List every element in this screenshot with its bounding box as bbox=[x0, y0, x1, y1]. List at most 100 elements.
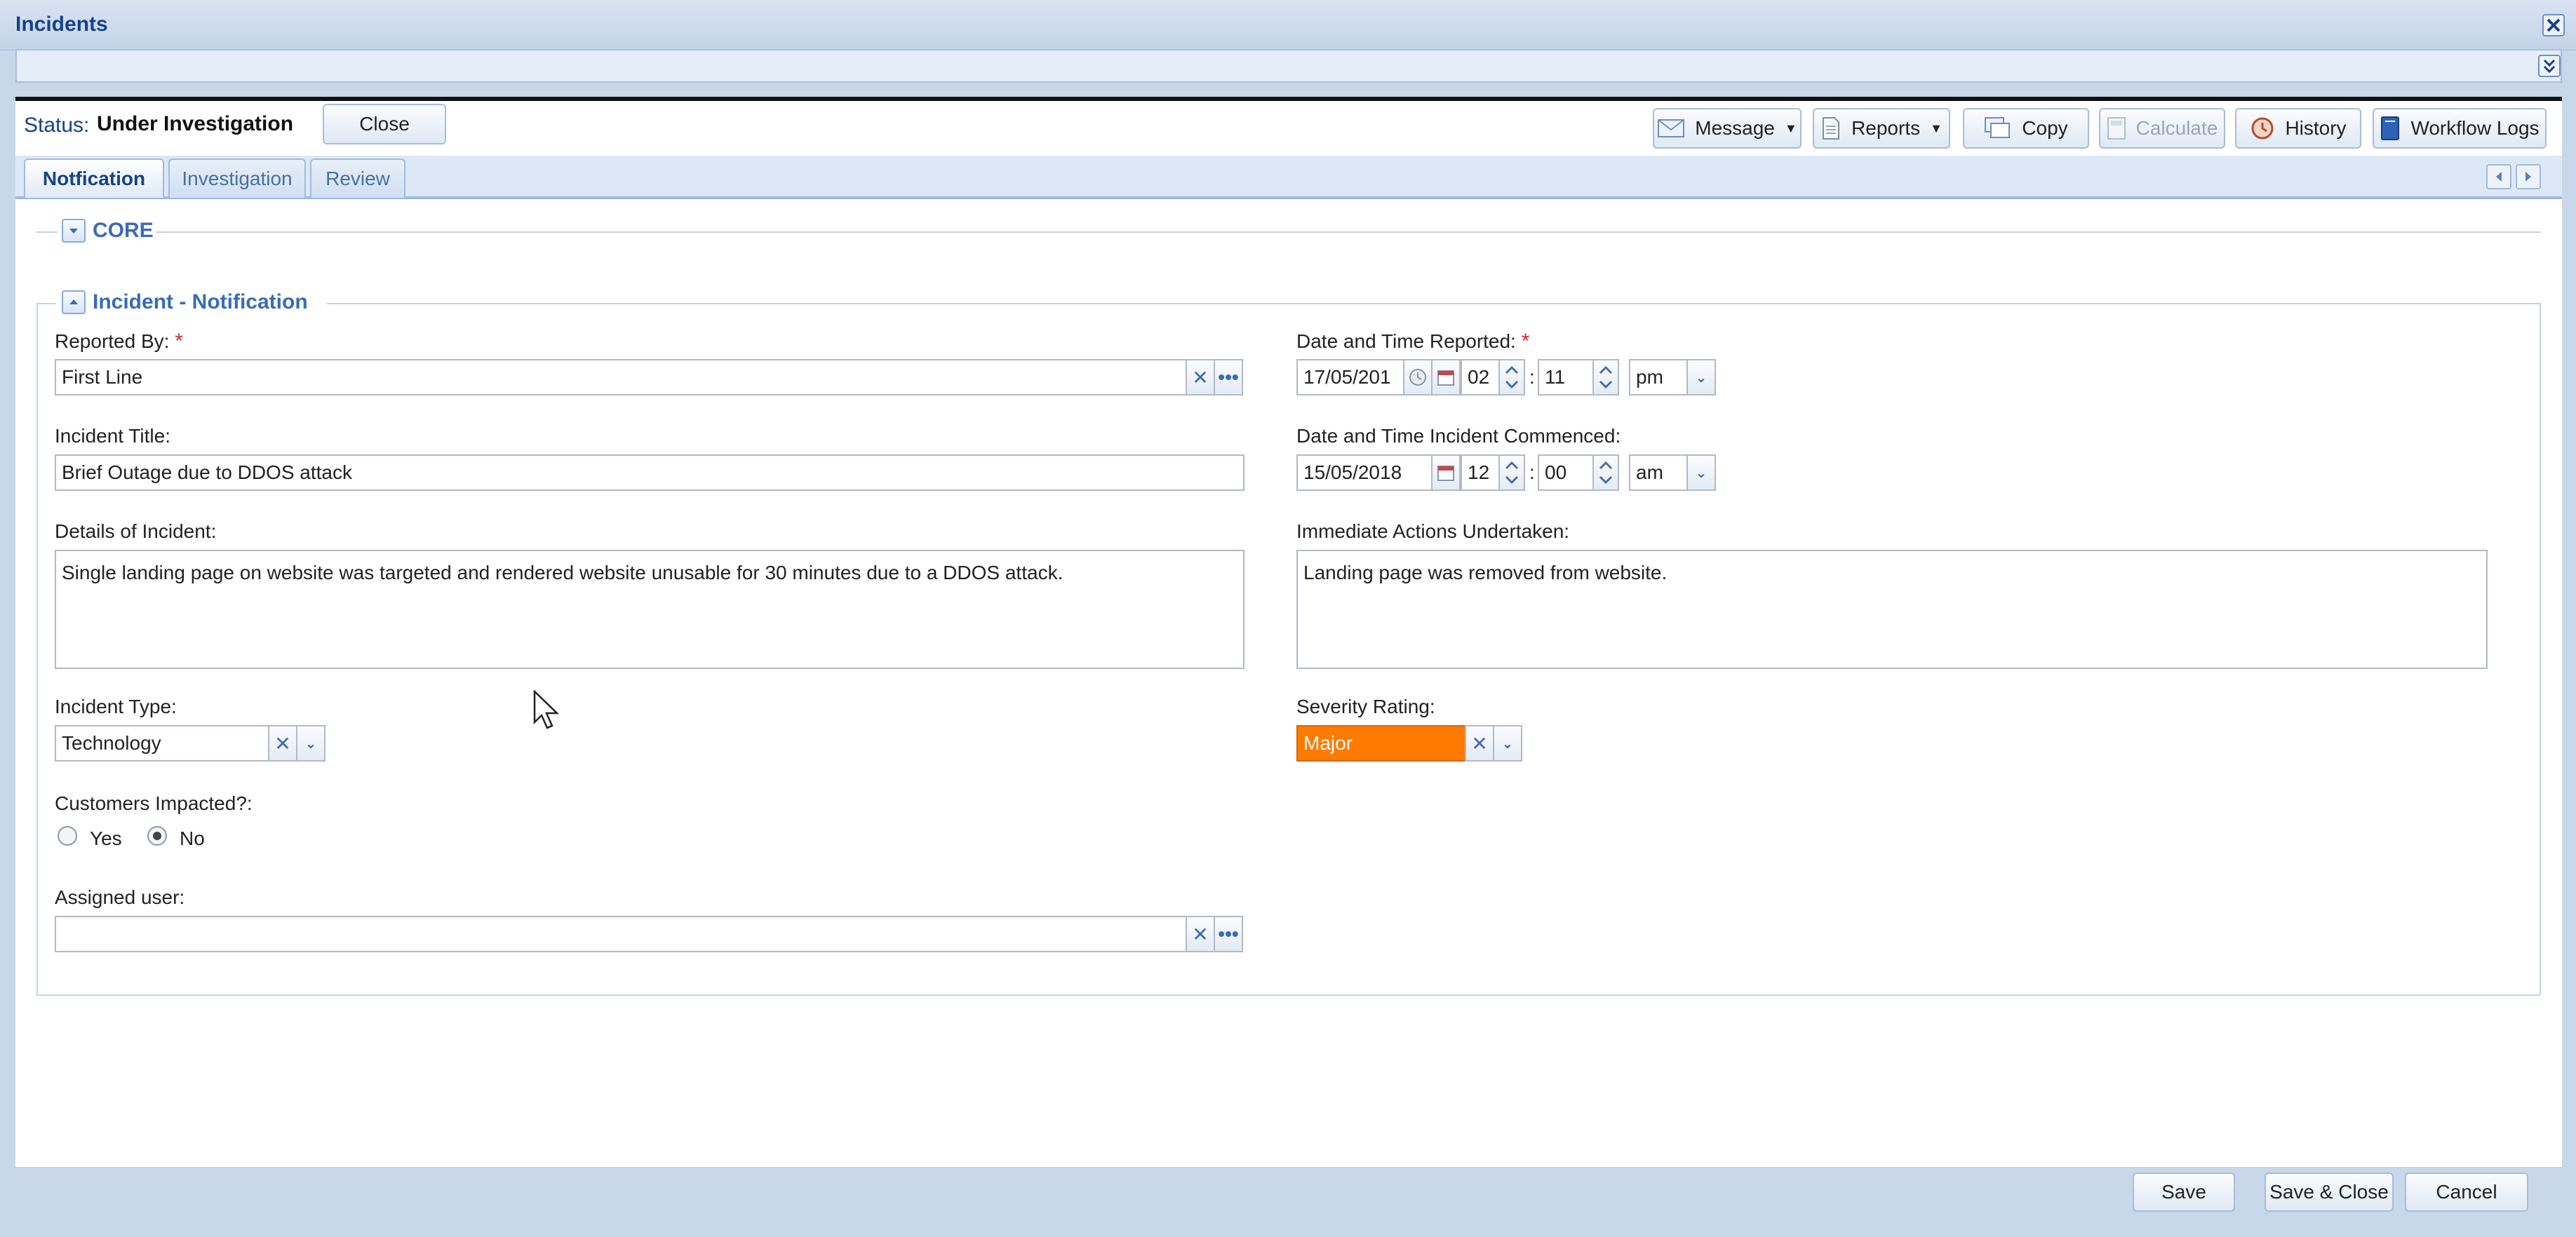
message-label: Message bbox=[1695, 117, 1775, 139]
spinner-icon bbox=[1505, 461, 1519, 485]
reports-button[interactable]: Reports ▼ bbox=[1813, 108, 1950, 149]
customers-impacted-yes-radio[interactable] bbox=[58, 826, 77, 846]
history-button[interactable]: History bbox=[2235, 108, 2361, 149]
severity-select[interactable]: Major bbox=[1296, 725, 1466, 762]
status-label: Status: bbox=[24, 114, 90, 137]
required-marker: * bbox=[175, 330, 183, 353]
chevron-down-icon: ⌄ bbox=[1695, 465, 1708, 481]
incidents-window: Incidents Status: Under Investigation Cl… bbox=[0, 0, 2576, 1237]
clear-icon: ✕ bbox=[1471, 732, 1488, 755]
close-status-button[interactable]: Close bbox=[323, 104, 446, 144]
date-reported-ampm-dropdown[interactable]: ⌄ bbox=[1686, 359, 1716, 396]
date-reported-minute-field[interactable]: 11 bbox=[1538, 359, 1594, 396]
tab-notification[interactable]: Notfication bbox=[24, 158, 164, 198]
date-commenced-label: Date and Time Incident Commenced: bbox=[1296, 425, 1621, 447]
details-label: Details of Incident: bbox=[55, 520, 217, 542]
assigned-user-lookup-button[interactable]: ••• bbox=[1214, 916, 1243, 952]
time-separator: : bbox=[1529, 366, 1535, 388]
window-close-button[interactable] bbox=[2542, 14, 2565, 36]
date-commenced-ampm-dropdown[interactable]: ⌄ bbox=[1686, 454, 1716, 491]
date-reported-date-value: 17/05/201 bbox=[1303, 366, 1391, 388]
reported-by-value: First Line bbox=[62, 366, 143, 388]
chevron-up-icon bbox=[69, 299, 78, 304]
date-commenced-date-value: 15/05/2018 bbox=[1303, 461, 1402, 483]
core-expand-toggle[interactable] bbox=[62, 219, 86, 243]
incident-title-label: Incident Title: bbox=[55, 425, 170, 447]
core-divider-right bbox=[156, 231, 2541, 233]
tab-label: Review bbox=[326, 168, 390, 189]
notification-collapse-toggle[interactable] bbox=[62, 290, 86, 314]
assigned-user-clear-button[interactable]: ✕ bbox=[1186, 916, 1215, 952]
copy-button[interactable]: Copy bbox=[1963, 108, 2089, 149]
date-reported-minute-spinner[interactable] bbox=[1592, 359, 1619, 396]
close-status-label: Close bbox=[359, 113, 410, 135]
ellipsis-icon: ••• bbox=[1218, 923, 1239, 945]
incident-type-clear-button[interactable]: ✕ bbox=[268, 725, 297, 762]
tab-label: Investigation bbox=[182, 168, 293, 189]
calendar-icon bbox=[1437, 466, 1454, 481]
tab-scroll-right-button[interactable] bbox=[2516, 164, 2541, 189]
date-reported-hour-field[interactable]: 02 bbox=[1461, 359, 1500, 396]
workflow-logs-button[interactable]: Workflow Logs bbox=[2373, 108, 2547, 149]
save-and-close-label: Save & Close bbox=[2269, 1181, 2389, 1203]
severity-dropdown-button[interactable]: ⌄ bbox=[1493, 725, 1522, 762]
calculator-icon bbox=[2107, 117, 2126, 140]
date-reported-calendar-button[interactable] bbox=[1431, 359, 1461, 396]
date-reported-hour-spinner[interactable] bbox=[1498, 359, 1525, 396]
core-section-title: CORE bbox=[93, 219, 154, 242]
severity-clear-button[interactable]: ✕ bbox=[1465, 725, 1494, 762]
chevron-down-icon: ⌄ bbox=[1501, 736, 1514, 752]
save-button[interactable]: Save bbox=[2133, 1172, 2235, 1212]
copy-icon bbox=[1985, 117, 2011, 138]
arrow-right-icon bbox=[2525, 172, 2531, 182]
ellipsis-icon: ••• bbox=[1218, 366, 1239, 388]
window-titlebar bbox=[0, 0, 2576, 50]
reported-by-lookup-button[interactable]: ••• bbox=[1214, 359, 1243, 396]
no-label: No bbox=[180, 827, 205, 849]
arrow-left-icon bbox=[2496, 172, 2502, 182]
date-commenced-hour-field[interactable]: 12 bbox=[1461, 454, 1500, 491]
reported-by-clear-button[interactable]: ✕ bbox=[1186, 359, 1215, 396]
tab-review[interactable]: Review bbox=[310, 158, 405, 198]
workflow-logs-label: Workflow Logs bbox=[2410, 117, 2540, 139]
cancel-button[interactable]: Cancel bbox=[2405, 1172, 2528, 1212]
chevron-down-icon: ⌄ bbox=[304, 736, 317, 752]
incident-type-select[interactable]: Technology bbox=[55, 725, 269, 762]
calculate-button[interactable]: Calculate bbox=[2099, 108, 2225, 149]
date-commenced-calendar-button[interactable] bbox=[1431, 454, 1461, 491]
close-icon bbox=[2547, 18, 2561, 32]
envelope-icon bbox=[1658, 119, 1685, 137]
incident-type-label: Incident Type: bbox=[55, 696, 177, 717]
details-value: Single landing page on website was targe… bbox=[62, 562, 1064, 583]
date-commenced-ampm-select[interactable]: am bbox=[1629, 454, 1689, 491]
immediate-actions-textarea[interactable]: Landing page was removed from website. bbox=[1296, 550, 2488, 669]
reports-label: Reports bbox=[1851, 117, 1921, 139]
tab-scroll-left-button[interactable] bbox=[2486, 164, 2511, 189]
date-commenced-minute-field[interactable]: 00 bbox=[1538, 454, 1594, 491]
tab-label: Notfication bbox=[42, 168, 146, 189]
copy-label: Copy bbox=[2022, 117, 2068, 139]
collapse-button[interactable] bbox=[2538, 55, 2561, 77]
date-commenced-minute-spinner[interactable] bbox=[1592, 454, 1619, 491]
date-commenced-date-field[interactable]: 15/05/2018 bbox=[1296, 454, 1434, 491]
customers-impacted-no-radio[interactable] bbox=[147, 826, 167, 846]
date-commenced-hour-spinner[interactable] bbox=[1498, 454, 1525, 491]
date-reported-ampm-value: pm bbox=[1636, 366, 1663, 388]
cursor-arrow-icon bbox=[533, 689, 560, 729]
assigned-user-field[interactable] bbox=[55, 916, 1188, 952]
incident-title-field[interactable]: Brief Outage due to DDOS attack bbox=[55, 454, 1245, 491]
notification-section-title: Incident - Notification bbox=[93, 290, 308, 313]
incident-type-dropdown-button[interactable]: ⌄ bbox=[296, 725, 326, 762]
reported-by-field[interactable]: First Line bbox=[55, 359, 1188, 396]
message-button[interactable]: Message ▼ bbox=[1653, 108, 1802, 149]
save-and-close-button[interactable]: Save & Close bbox=[2265, 1172, 2394, 1212]
book-icon bbox=[2381, 116, 2400, 140]
details-textarea[interactable]: Single landing page on website was targe… bbox=[55, 550, 1245, 669]
date-reported-date-field[interactable]: 17/05/201 bbox=[1296, 359, 1406, 396]
date-reported-ampm-select[interactable]: pm bbox=[1629, 359, 1689, 396]
tab-investigation[interactable]: Investigation bbox=[168, 158, 306, 198]
spinner-icon bbox=[1599, 461, 1613, 485]
spinner-icon bbox=[1599, 365, 1613, 389]
date-reported-hour-value: 02 bbox=[1468, 366, 1490, 388]
date-reported-clock-button[interactable] bbox=[1403, 359, 1433, 396]
